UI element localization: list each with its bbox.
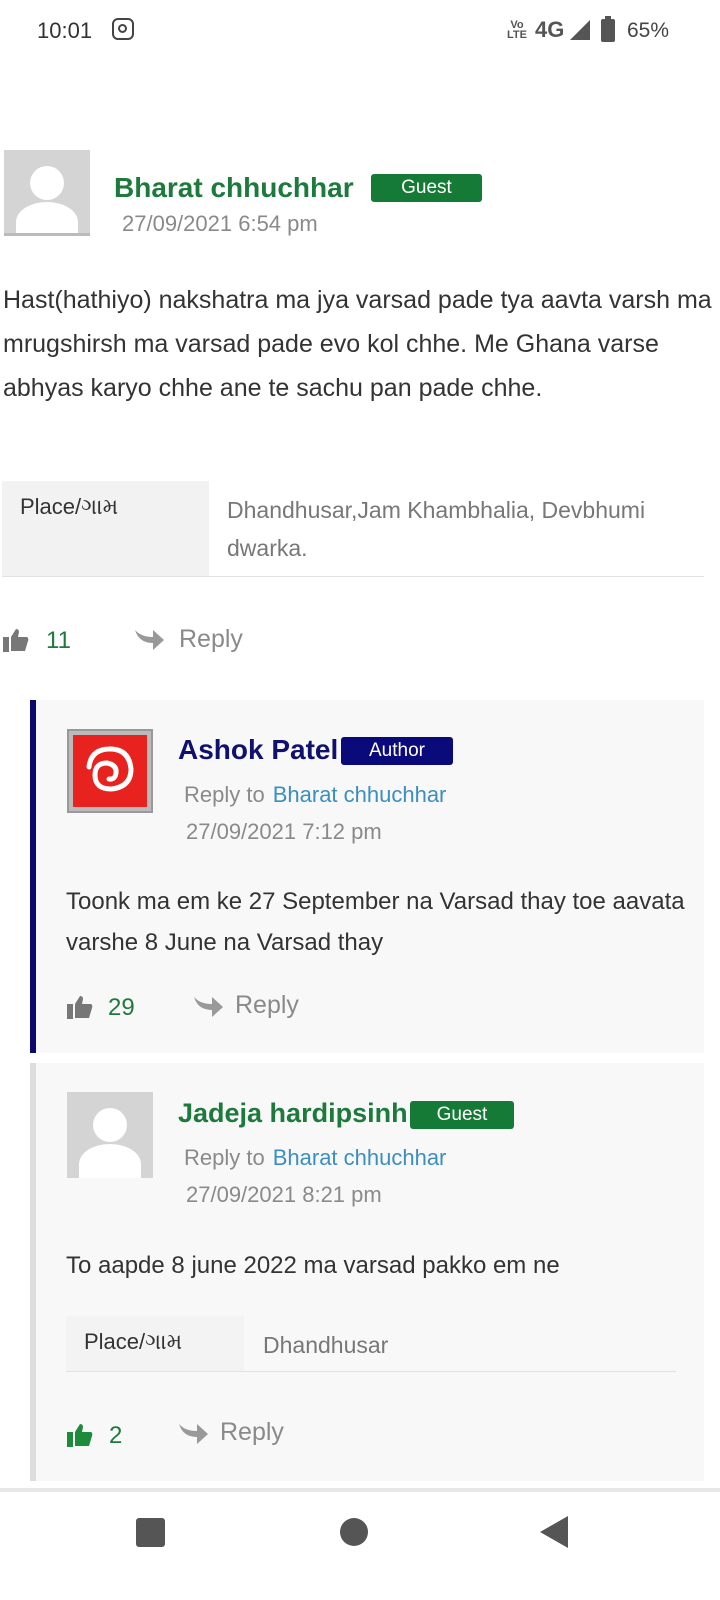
comment-text: To aapde 8 june 2022 ma varsad pakko em … bbox=[66, 1252, 560, 1279]
back-icon[interactable] bbox=[540, 1516, 568, 1548]
status-bar: 10:01 Vo LTE 4G 65% bbox=[0, 0, 720, 64]
reply-to-line: Reply to Bharat chhuchhar bbox=[184, 782, 446, 808]
home-icon[interactable] bbox=[340, 1518, 368, 1546]
comment-text: Hast(hathiyo) nakshatra ma jya varsad pa… bbox=[3, 286, 712, 402]
author-logo bbox=[67, 729, 153, 813]
battery-percent: 65% bbox=[627, 19, 670, 42]
status-time: 10:01 bbox=[37, 18, 93, 43]
avatar-placeholder-icon bbox=[4, 150, 90, 236]
reply-to-link[interactable]: Bharat chhuchhar bbox=[273, 1145, 447, 1170]
reply-button[interactable]: Reply bbox=[220, 1418, 284, 1447]
comment-ashok: Ashok Patel Author Reply to Bharat chhuch… bbox=[30, 700, 704, 1053]
thumbs-up-icon[interactable] bbox=[3, 628, 29, 652]
comment-author[interactable]: Bharat chhuchhar bbox=[114, 172, 354, 204]
like-count: 11 bbox=[46, 627, 71, 654]
guest-badge: Guest bbox=[371, 174, 482, 202]
reply-button[interactable]: Reply bbox=[235, 991, 299, 1020]
signal-icon bbox=[570, 20, 590, 40]
avatar-placeholder-icon bbox=[67, 1092, 153, 1178]
place-value: Dhandhusar,Jam Khambhalia, Devbhumi dwar… bbox=[227, 497, 646, 561]
guest-thread-bar bbox=[30, 1063, 36, 1481]
comment-author[interactable]: Ashok Patel bbox=[178, 734, 338, 766]
comment-date: 27/09/2021 6:54 pm bbox=[122, 211, 318, 236]
reply-to-link[interactable]: Bharat chhuchhar bbox=[273, 782, 447, 807]
place-label: Place/ગામ bbox=[66, 1316, 244, 1371]
comment-text: Toonk ma em ke 27 September na Varsad th… bbox=[66, 888, 685, 956]
place-table: Place/ગામ Dhandhusar bbox=[66, 1316, 676, 1372]
system-nav-bar bbox=[0, 1488, 720, 1600]
thumbs-up-icon[interactable] bbox=[67, 1423, 93, 1447]
comment-date: 27/09/2021 8:21 pm bbox=[186, 1182, 382, 1207]
battery-icon bbox=[601, 16, 615, 42]
comment-date: 27/09/2021 7:12 pm bbox=[186, 819, 382, 844]
author-thread-bar bbox=[30, 700, 36, 1053]
author-badge: Author bbox=[341, 737, 453, 765]
reply-to-label: Reply to bbox=[184, 1145, 265, 1170]
reply-button[interactable]: Reply bbox=[179, 625, 243, 654]
thumbs-up-icon[interactable] bbox=[67, 995, 93, 1019]
place-value: Dhandhusar bbox=[263, 1332, 389, 1358]
comment-jadeja: Jadeja hardipsinh Guest Reply to Bharat c… bbox=[30, 1063, 704, 1481]
instagram-icon bbox=[112, 18, 134, 40]
like-count: 2 bbox=[109, 1422, 123, 1449]
place-table: Place/ગામ Dhandhusar,Jam Khambhalia, Dev… bbox=[2, 481, 704, 577]
reply-to-line: Reply to Bharat chhuchhar bbox=[184, 1145, 446, 1171]
network-type: 4G bbox=[535, 17, 565, 42]
place-label: Place/ગામ bbox=[2, 481, 209, 576]
comment-author[interactable]: Jadeja hardipsinh bbox=[178, 1098, 408, 1129]
reply-arrow-icon[interactable] bbox=[133, 628, 165, 652]
volte-indicator: Vo LTE bbox=[507, 19, 527, 41]
like-count: 29 bbox=[108, 994, 135, 1021]
recents-icon[interactable] bbox=[136, 1518, 165, 1547]
guest-badge: Guest bbox=[410, 1101, 514, 1129]
reply-to-label: Reply to bbox=[184, 782, 265, 807]
reply-arrow-icon[interactable] bbox=[192, 995, 224, 1019]
reply-arrow-icon[interactable] bbox=[177, 1422, 209, 1446]
